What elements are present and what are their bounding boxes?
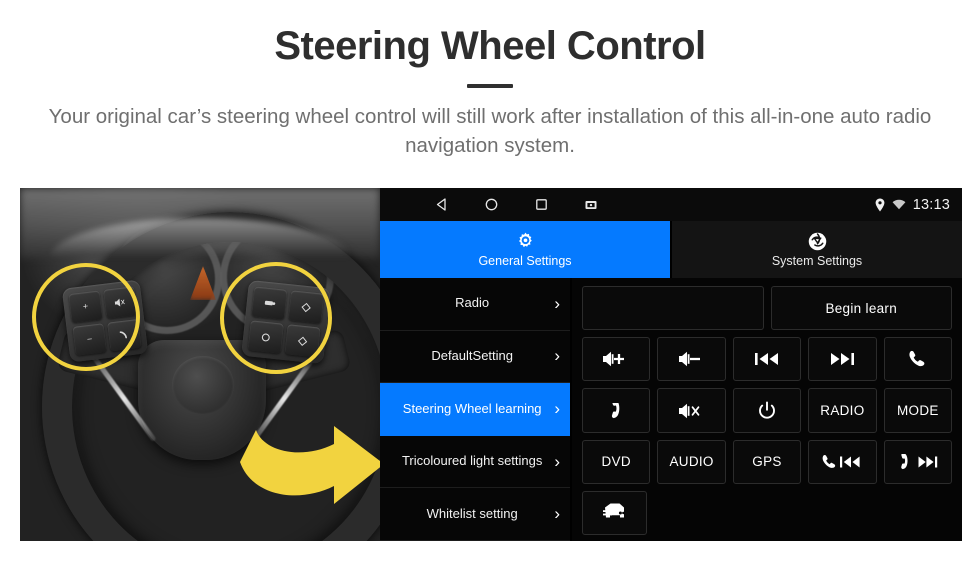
car-info-button[interactable] bbox=[582, 490, 647, 536]
menu-item-defaultsetting[interactable]: DefaultSetting › bbox=[380, 331, 570, 384]
panel-row-4: DVD AUDIO GPS bbox=[582, 439, 953, 484]
phone-previous-icon bbox=[823, 454, 861, 468]
phone-hangup-icon bbox=[612, 402, 620, 418]
panel-row-5 bbox=[582, 490, 952, 536]
panel-row-3: RADIO MODE bbox=[582, 388, 953, 433]
location-pin-icon bbox=[875, 198, 885, 212]
menu-item-label: Tricoloured light settings bbox=[401, 453, 543, 469]
chevron-right-icon: › bbox=[554, 398, 560, 418]
car-icon bbox=[602, 503, 624, 518]
dvd-button[interactable]: DVD bbox=[582, 439, 651, 484]
panel-row-5-spacer bbox=[654, 491, 952, 535]
menu-item-label: Whitelist setting bbox=[426, 505, 518, 521]
screenshot-icon[interactable] bbox=[566, 188, 616, 221]
tab-system-settings-label: System Settings bbox=[771, 254, 863, 269]
head-unit-screen: 13:13 General Settings System Settings R… bbox=[380, 188, 962, 541]
airbag-cover bbox=[172, 356, 234, 414]
next-track-icon bbox=[831, 353, 855, 366]
answer-call-button[interactable] bbox=[883, 337, 953, 382]
settings-tabs: General Settings System Settings bbox=[380, 221, 962, 278]
menu-item-steering-wheel-learning[interactable]: Steering Wheel learning › bbox=[380, 383, 570, 436]
wifi-icon bbox=[892, 199, 906, 210]
title-divider bbox=[467, 84, 513, 88]
volume-mute-icon bbox=[678, 403, 699, 418]
phone-answer-icon bbox=[909, 351, 925, 367]
panel-row-1: Begin learn bbox=[582, 286, 952, 331]
menu-item-whitelist-setting[interactable]: Whitelist setting › bbox=[380, 488, 570, 541]
menu-item-label: Radio bbox=[455, 295, 490, 311]
gps-button[interactable]: GPS bbox=[732, 439, 802, 484]
audio-button[interactable]: AUDIO bbox=[657, 439, 726, 484]
begin-learn-button[interactable]: Begin learn bbox=[770, 286, 952, 331]
android-status-bar: 13:13 bbox=[380, 188, 962, 221]
system-logo-icon bbox=[807, 231, 828, 252]
back-icon[interactable] bbox=[416, 188, 466, 221]
radio-button[interactable]: RADIO bbox=[808, 388, 877, 433]
media-band: + − 13:13 General Settings System Settin… bbox=[20, 188, 962, 541]
home-icon[interactable] bbox=[466, 188, 516, 221]
previous-track-icon bbox=[755, 353, 779, 366]
settings-body: Radio › DefaultSetting › Steering Wheel … bbox=[380, 278, 962, 541]
previous-track-button[interactable] bbox=[732, 337, 802, 382]
power-button[interactable] bbox=[732, 388, 802, 433]
mute-button[interactable] bbox=[657, 388, 726, 433]
steering-wheel-learning-panel: Begin learn RADIO MODE DVD AUDIO GPS bbox=[572, 278, 962, 541]
chevron-right-icon: › bbox=[554, 293, 560, 313]
mode-button[interactable]: MODE bbox=[883, 388, 953, 433]
chevron-right-icon: › bbox=[554, 504, 560, 524]
hangup-next-button[interactable] bbox=[883, 439, 953, 484]
tab-general-settings[interactable]: General Settings bbox=[380, 221, 670, 278]
tab-system-settings[interactable]: System Settings bbox=[672, 221, 962, 278]
volume-down-icon bbox=[678, 352, 700, 367]
gear-icon bbox=[515, 231, 536, 252]
hangup-next-icon bbox=[901, 453, 938, 469]
volume-up-icon bbox=[603, 352, 625, 367]
highlight-circle-left bbox=[32, 263, 140, 371]
page-root: Steering Wheel Control Your original car… bbox=[0, 0, 980, 562]
android-nav-buttons bbox=[380, 188, 616, 221]
panel-row-2 bbox=[582, 337, 953, 382]
hangup-call-button[interactable] bbox=[582, 388, 651, 433]
learn-value-field[interactable] bbox=[582, 286, 764, 331]
steering-wheel-photo: + − bbox=[20, 188, 380, 541]
chevron-right-icon: › bbox=[554, 451, 560, 471]
page-title: Steering Wheel Control bbox=[274, 24, 706, 68]
header: Steering Wheel Control Your original car… bbox=[0, 0, 980, 160]
settings-menu: Radio › DefaultSetting › Steering Wheel … bbox=[380, 278, 572, 541]
power-icon bbox=[759, 400, 775, 419]
highlight-circle-right bbox=[220, 262, 332, 374]
tab-general-settings-label: General Settings bbox=[478, 254, 572, 269]
menu-item-tricoloured-light-settings[interactable]: Tricoloured light settings › bbox=[380, 436, 570, 489]
menu-item-radio[interactable]: Radio › bbox=[380, 278, 570, 331]
page-subtitle: Your original car’s steering wheel contr… bbox=[48, 105, 932, 158]
menu-item-label: Steering Wheel learning bbox=[402, 400, 542, 416]
status-clock: 13:13 bbox=[912, 196, 950, 213]
call-previous-button[interactable] bbox=[808, 439, 877, 484]
chevron-right-icon: › bbox=[554, 346, 560, 366]
status-indicators: 13:13 bbox=[875, 188, 950, 221]
menu-item-label: DefaultSetting bbox=[431, 347, 513, 363]
volume-down-button[interactable] bbox=[657, 337, 726, 382]
volume-up-button[interactable] bbox=[582, 337, 651, 382]
recents-icon[interactable] bbox=[516, 188, 566, 221]
next-track-button[interactable] bbox=[808, 337, 877, 382]
